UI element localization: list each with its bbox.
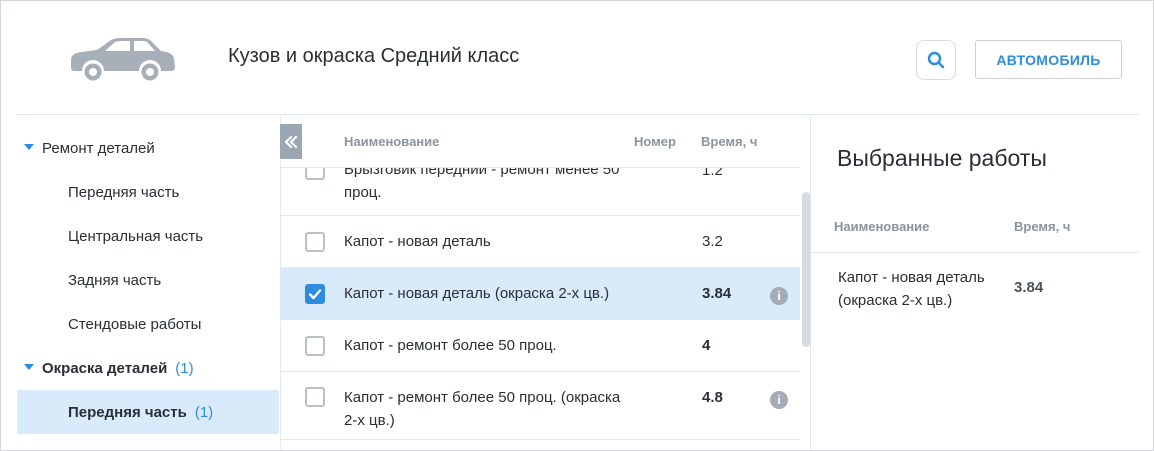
table-row[interactable]: Капот - новая деталь 3.2 bbox=[281, 216, 800, 268]
selected-works-panel: Выбранные работы Наименование Время, ч К… bbox=[811, 116, 1139, 450]
info-icon[interactable]: i bbox=[770, 391, 788, 409]
column-header-number[interactable]: Номер bbox=[634, 134, 676, 149]
search-icon bbox=[927, 51, 945, 69]
row-name: Капот - новая деталь (окраска 2-х цв.) bbox=[344, 285, 610, 302]
sidebar-category-painting[interactable]: Окраска деталей (1) bbox=[17, 346, 279, 390]
category-sidebar: Ремонт деталей Передняя часть Центральна… bbox=[17, 116, 279, 450]
page-title: Кузов и окраска Средний класс bbox=[228, 45, 520, 67]
sidebar-category-repair[interactable]: Ремонт деталей bbox=[17, 126, 279, 170]
row-name: Капот - ремонт более 50 проц. (окраска 2… bbox=[344, 389, 621, 429]
vehicle-button[interactable]: АВТОМОБИЛЬ bbox=[975, 40, 1122, 79]
sidebar-item-label: Задняя часть bbox=[68, 271, 162, 289]
sidebar-item-label: Ремонт деталей bbox=[42, 139, 155, 157]
row-time: 4.8 bbox=[702, 389, 723, 406]
sidebar-item-rear[interactable]: Задняя часть bbox=[17, 258, 279, 302]
sidebar-item-paint-front[interactable]: Передняя часть (1) bbox=[17, 390, 279, 434]
selected-header-time: Время, ч bbox=[1014, 219, 1071, 234]
column-header-name[interactable]: Наименование bbox=[344, 134, 439, 149]
checkmark-icon bbox=[308, 289, 322, 300]
works-table: Наименование Номер Время, ч Брызговик пе… bbox=[280, 116, 811, 450]
caret-down-icon bbox=[24, 144, 34, 150]
sidebar-item-front[interactable]: Передняя часть bbox=[17, 170, 279, 214]
table-row[interactable]: Капот - ремонт более 50 проц. 4 bbox=[281, 320, 800, 372]
column-header-time[interactable]: Время, ч bbox=[701, 134, 757, 149]
app-window: Кузов и окраска Средний класс АВТОМОБИЛЬ… bbox=[0, 0, 1154, 451]
selected-item-time: 3.84 bbox=[1014, 279, 1044, 296]
caret-down-icon bbox=[24, 364, 34, 370]
row-time: 1.2 bbox=[702, 167, 723, 179]
row-time: 3.2 bbox=[702, 233, 723, 250]
row-checkbox-checked[interactable] bbox=[305, 284, 325, 304]
table-row-selected[interactable]: Капот - новая деталь (окраска 2-х цв.) 3… bbox=[281, 268, 800, 320]
collapse-sidebar-button[interactable] bbox=[280, 124, 302, 159]
car-icon bbox=[71, 38, 175, 81]
sidebar-item-count: (1) bbox=[194, 403, 214, 421]
row-time: 4 bbox=[702, 337, 711, 354]
row-name: Капот - новая деталь bbox=[344, 233, 491, 250]
sidebar-item-label: Стендовые работы bbox=[68, 315, 202, 333]
selected-works-title: Выбранные работы bbox=[837, 145, 1047, 171]
header: Кузов и окраска Средний класс АВТОМОБИЛЬ bbox=[17, 1, 1139, 115]
row-checkbox[interactable] bbox=[305, 168, 325, 180]
table-row[interactable]: Капот - ремонт более 50 проц. (окраска 2… bbox=[281, 372, 800, 440]
sidebar-item-label: Окраска деталей bbox=[42, 359, 168, 377]
sidebar-item-label: Центральная часть bbox=[68, 227, 204, 245]
sidebar-item-bench[interactable]: Стендовые работы bbox=[17, 302, 279, 346]
row-checkbox[interactable] bbox=[305, 232, 325, 252]
sidebar-item-label: Передняя часть bbox=[68, 183, 180, 201]
divider bbox=[811, 252, 1139, 253]
row-time: 3.84 bbox=[702, 285, 732, 302]
table-body: Брызговик передний - ремонт менее 50 про… bbox=[281, 167, 800, 450]
row-name: Капот - ремонт более 50 проц. bbox=[344, 337, 557, 354]
sidebar-item-count: (1) bbox=[175, 359, 194, 377]
selected-header-name: Наименование bbox=[834, 219, 930, 234]
info-icon[interactable]: i bbox=[770, 287, 788, 305]
double-chevron-left-icon bbox=[284, 135, 298, 148]
sidebar-item-central[interactable]: Центральная часть bbox=[17, 214, 279, 258]
row-name: Брызговик передний - ремонт менее 50 про… bbox=[344, 167, 620, 201]
row-checkbox[interactable] bbox=[305, 387, 325, 407]
table-scrollbar[interactable] bbox=[802, 192, 810, 347]
table-row[interactable]: Брызговик передний - ремонт менее 50 про… bbox=[281, 167, 800, 216]
row-checkbox[interactable] bbox=[305, 336, 325, 356]
search-button[interactable] bbox=[916, 40, 956, 80]
selected-item-name: Капот - новая деталь (окраска 2-х цв.) bbox=[838, 269, 985, 309]
sidebar-item-label: Передняя часть bbox=[68, 403, 187, 421]
